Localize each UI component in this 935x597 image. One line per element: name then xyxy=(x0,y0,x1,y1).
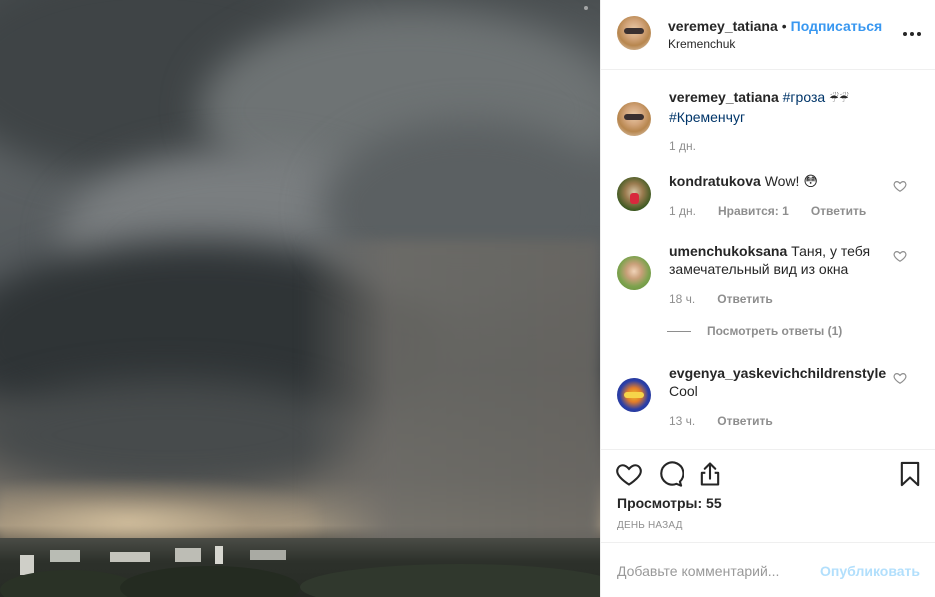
follow-button[interactable]: Подписаться xyxy=(791,18,883,34)
avatar[interactable] xyxy=(617,177,651,211)
comment-input[interactable]: Добавьте комментарий... xyxy=(617,563,779,579)
comment-time[interactable]: 18 ч. xyxy=(669,292,695,306)
caption-meta: 1 дн. xyxy=(669,139,696,153)
comment-username[interactable]: umenchukoksana xyxy=(669,243,787,259)
avatar[interactable] xyxy=(617,256,651,290)
post-timestamp[interactable]: ДЕНЬ НАЗАД xyxy=(617,520,683,531)
rain-curtain xyxy=(300,240,600,560)
like-heart-icon[interactable] xyxy=(615,460,643,488)
comment-time[interactable]: 13 ч. xyxy=(669,414,695,428)
save-bookmark-icon[interactable] xyxy=(896,460,924,488)
building xyxy=(110,552,150,562)
add-comment-bar: Добавьте комментарий... Опубликовать xyxy=(601,542,935,597)
comment-username[interactable]: kondratukova xyxy=(669,173,761,189)
view-replies-button[interactable]: Посмотреть ответы (1) xyxy=(667,324,842,338)
building xyxy=(20,555,34,575)
post-video[interactable] xyxy=(0,0,600,597)
view-replies-label: Посмотреть ответы (1) xyxy=(707,324,843,338)
comment-bubble-icon[interactable] xyxy=(656,460,684,488)
reply-button[interactable]: Ответить xyxy=(717,292,772,306)
like-comment-heart-icon[interactable] xyxy=(893,371,907,385)
building xyxy=(250,550,286,560)
header-title-row: veremey_tatiana • Подписаться xyxy=(668,18,882,34)
caption-time[interactable]: 1 дн. xyxy=(669,139,696,153)
comment-text: evgenya_yaskevichchildrenstyle Cool xyxy=(669,364,899,400)
post-header: veremey_tatiana • Подписаться Kremenchuk xyxy=(601,0,935,70)
hashtag-link[interactable]: #гроза xyxy=(783,89,826,105)
comment-body: Wow! 😳 xyxy=(764,173,818,189)
comment-likes[interactable]: Нравится: 1 xyxy=(718,204,789,218)
publish-button[interactable]: Опубликовать xyxy=(820,563,920,579)
comment-time[interactable]: 1 дн. xyxy=(669,204,696,218)
like-comment-heart-icon[interactable] xyxy=(893,249,907,263)
replies-divider-line xyxy=(667,330,691,332)
comment-text: kondratukova Wow! 😳 xyxy=(669,172,889,190)
building xyxy=(50,550,80,562)
building xyxy=(215,546,223,564)
caption-username[interactable]: veremey_tatiana xyxy=(669,89,779,105)
hashtag-link[interactable]: #Кременчуг xyxy=(669,109,745,125)
reply-button[interactable]: Ответить xyxy=(717,414,772,428)
avatar[interactable] xyxy=(617,16,651,50)
comment-body: Cool xyxy=(669,383,698,399)
owner-username[interactable]: veremey_tatiana xyxy=(668,18,778,34)
share-icon[interactable] xyxy=(696,460,724,488)
location-link[interactable]: Kremenchuk xyxy=(668,37,735,51)
avatar[interactable] xyxy=(617,378,651,412)
comment-text: umenchukoksana Таня, у тебя замечательны… xyxy=(669,242,889,278)
comment-meta: 1 дн. Нравится: 1 Ответить xyxy=(669,204,866,218)
more-options-icon[interactable] xyxy=(903,24,921,44)
reply-button[interactable]: Ответить xyxy=(811,204,866,218)
comment-meta: 13 ч. Ответить xyxy=(669,414,773,428)
comment-meta: 18 ч. Ответить xyxy=(669,292,773,306)
avatar[interactable] xyxy=(617,102,651,136)
comments-list: veremey_tatiana #гроза ☔☔ #Кременчуг 1 д… xyxy=(601,71,935,449)
post-actions: Просмотры: 55 ДЕНЬ НАЗАД xyxy=(601,449,935,542)
building xyxy=(175,548,201,562)
post-side-panel: veremey_tatiana • Подписаться Kremenchuk v… xyxy=(600,0,935,597)
video-indicator-dot xyxy=(584,6,588,10)
caption-text: veremey_tatiana #гроза ☔☔ #Кременчуг xyxy=(669,88,889,126)
separator-dot: • xyxy=(781,18,787,34)
umbrella-emoji: ☔☔ xyxy=(829,93,849,105)
like-comment-heart-icon[interactable] xyxy=(893,179,907,193)
views-count[interactable]: Просмотры: 55 xyxy=(617,495,722,511)
comment-username[interactable]: evgenya_yaskevichchildrenstyle xyxy=(669,365,886,381)
